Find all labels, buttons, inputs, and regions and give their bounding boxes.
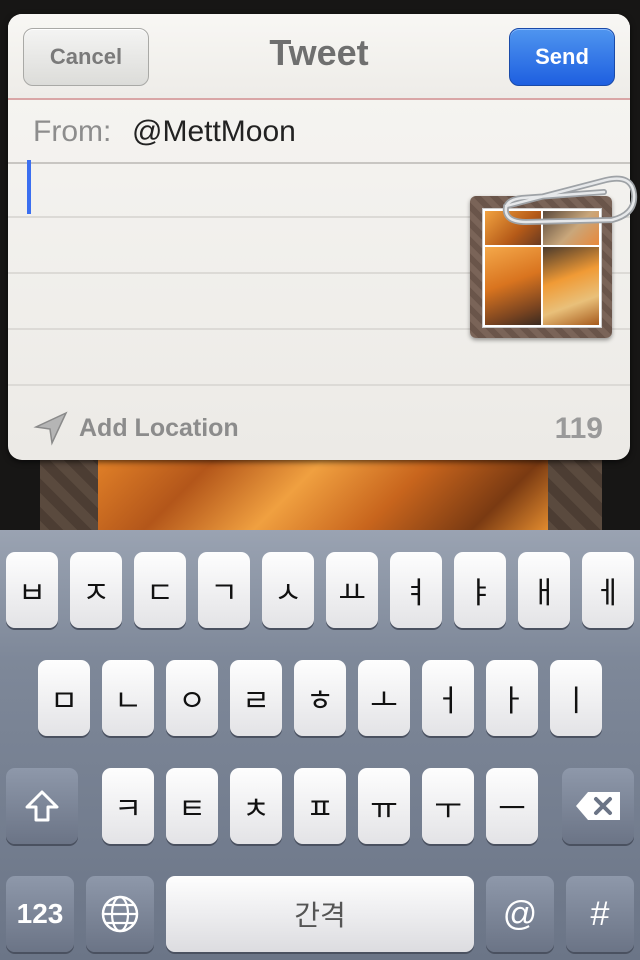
from-label: From:	[33, 115, 112, 148]
key[interactable]: ㅌ	[166, 768, 218, 844]
key[interactable]: ㅍ	[294, 768, 346, 844]
location-arrow-icon[interactable]	[33, 410, 69, 446]
key[interactable]: ㅐ	[518, 552, 570, 628]
key[interactable]: ㅜ	[422, 768, 474, 844]
key[interactable]: ㅠ	[358, 768, 410, 844]
at-key[interactable]: @	[486, 876, 554, 952]
key[interactable]: ㄱ	[198, 552, 250, 628]
space-key[interactable]: 간격	[166, 876, 474, 952]
send-button[interactable]: Send	[509, 28, 615, 86]
key[interactable]: ㅣ	[550, 660, 602, 736]
key[interactable]: ㄹ	[230, 660, 282, 736]
sheet-title: Tweet	[269, 32, 369, 73]
numbers-key[interactable]: 123	[6, 876, 74, 952]
hash-key[interactable]: #	[566, 876, 634, 952]
character-counter: 119	[554, 412, 603, 445]
photo-tile	[485, 247, 541, 325]
shift-key[interactable]	[6, 768, 78, 844]
key[interactable]: ㅁ	[38, 660, 90, 736]
globe-icon	[101, 895, 139, 933]
key[interactable]: ㅋ	[102, 768, 154, 844]
backspace-key[interactable]	[562, 768, 634, 844]
key[interactable]: ㅂ	[6, 552, 58, 628]
key[interactable]: ㅏ	[486, 660, 538, 736]
key[interactable]: ㅗ	[358, 660, 410, 736]
from-row[interactable]: From: @MettMoon	[8, 100, 630, 164]
key[interactable]: ㅛ	[326, 552, 378, 628]
key[interactable]: ㅔ	[582, 552, 634, 628]
key[interactable]: ㅑ	[454, 552, 506, 628]
key[interactable]: ㅡ	[486, 768, 538, 844]
key[interactable]: ㅅ	[262, 552, 314, 628]
sheet-header: Cancel Tweet Send	[8, 14, 630, 100]
from-account[interactable]: @MettMoon	[132, 115, 296, 149]
photo-tile	[543, 247, 599, 325]
key[interactable]: ㅈ	[70, 552, 122, 628]
shift-icon	[25, 790, 59, 822]
key[interactable]: ㅕ	[390, 552, 442, 628]
key[interactable]: ㄷ	[134, 552, 186, 628]
key[interactable]: ㅎ	[294, 660, 346, 736]
key[interactable]: ㅊ	[230, 768, 282, 844]
key[interactable]: ㅓ	[422, 660, 474, 736]
key[interactable]: ㄴ	[102, 660, 154, 736]
cancel-button[interactable]: Cancel	[23, 28, 149, 86]
globe-key[interactable]	[86, 876, 154, 952]
add-location-button[interactable]: Add Location	[79, 414, 239, 443]
paperclip-icon	[502, 175, 638, 226]
key[interactable]: ㅇ	[166, 660, 218, 736]
korean-keyboard: ㅂ ㅈ ㄷ ㄱ ㅅ ㅛ ㅕ ㅑ ㅐ ㅔ ㅁ ㄴ ㅇ ㄹ ㅎ ㅗ ㅓ ㅏ ㅣ ㅋ …	[0, 530, 640, 960]
text-cursor	[27, 160, 31, 214]
backspace-icon	[576, 792, 620, 820]
